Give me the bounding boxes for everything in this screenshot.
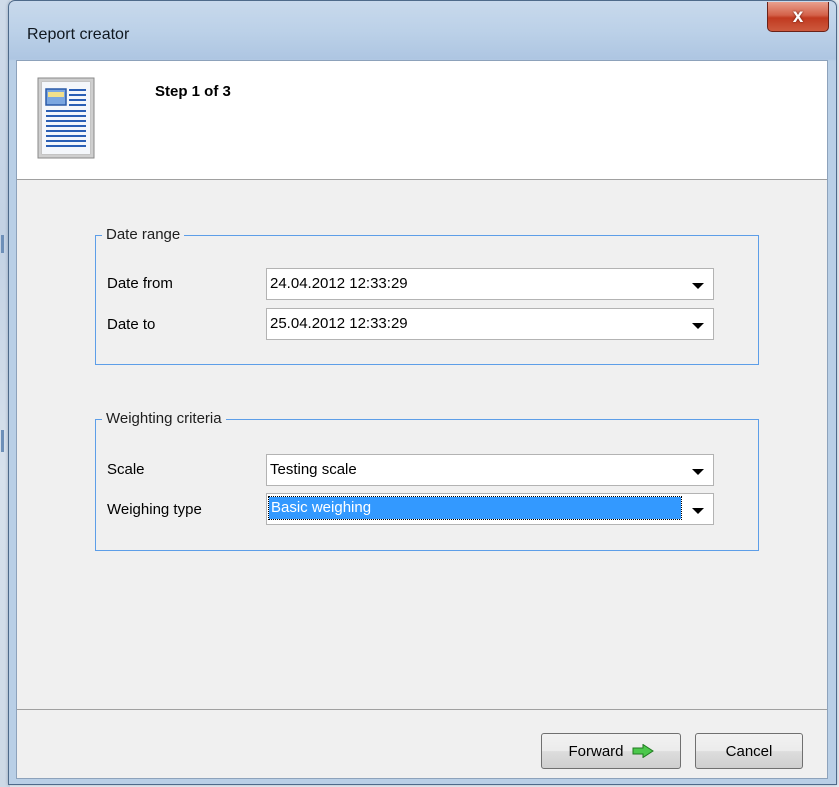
title-bar[interactable]: Report creator x — [9, 1, 836, 61]
weighing-type-value: Basic weighing — [268, 496, 682, 520]
arrow-right-icon — [632, 744, 654, 758]
scale-select[interactable]: Testing scale — [266, 454, 714, 486]
background-edge-mark — [1, 235, 4, 253]
forward-button-label: Forward — [568, 742, 624, 760]
date-from-value: 24.04.2012 12:33:29 — [270, 275, 408, 292]
date-to-value: 25.04.2012 12:33:29 — [270, 315, 408, 332]
dialog-client-area: Step 1 of 3 Date range Date from 24.04.2… — [16, 60, 828, 779]
weighting-criteria-legend: Weighting criteria — [102, 410, 226, 427]
date-to-label: Date to — [107, 316, 156, 333]
window-title: Report creator — [27, 26, 130, 43]
chevron-down-icon[interactable] — [692, 283, 704, 289]
background-edge-mark — [1, 430, 4, 452]
date-range-legend: Date range — [102, 226, 185, 243]
scale-label: Scale — [107, 461, 145, 478]
step-indicator: Step 1 of 3 — [155, 83, 231, 100]
date-to-picker[interactable]: 25.04.2012 12:33:29 — [266, 308, 714, 340]
date-range-group: Date range Date from 24.04.2012 12:33:29… — [95, 226, 759, 365]
chevron-down-icon[interactable] — [692, 469, 704, 475]
weighting-criteria-group: Weighting criteria Scale Testing scale W… — [95, 410, 759, 551]
forward-button[interactable]: Forward — [541, 733, 681, 769]
weighing-type-label: Weighing type — [107, 501, 202, 518]
chevron-down-icon[interactable] — [692, 323, 704, 329]
chevron-down-icon[interactable] — [692, 508, 704, 514]
cancel-button[interactable]: Cancel — [695, 733, 803, 769]
close-icon: x — [792, 5, 804, 27]
date-from-label: Date from — [107, 275, 173, 292]
report-creator-dialog: Report creator x Step 1 of 3 Date range … — [8, 0, 837, 785]
wizard-header: Step 1 of 3 — [17, 61, 827, 180]
cancel-button-label: Cancel — [725, 742, 773, 760]
weighing-type-select[interactable]: Basic weighing — [266, 493, 714, 525]
footer-divider — [17, 709, 827, 710]
date-from-picker[interactable]: 24.04.2012 12:33:29 — [266, 268, 714, 300]
close-button[interactable]: x — [767, 2, 829, 32]
scale-value: Testing scale — [270, 461, 357, 478]
report-document-icon — [37, 77, 95, 159]
